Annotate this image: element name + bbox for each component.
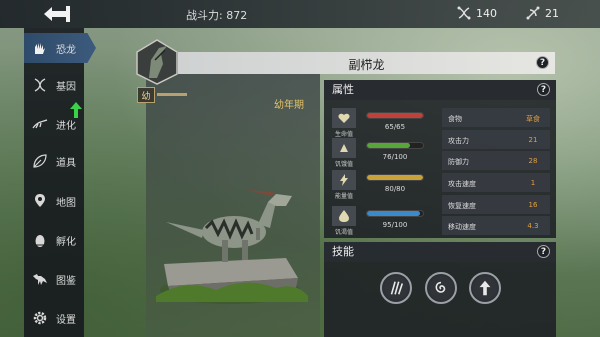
stat-value: 4.3	[527, 222, 539, 230]
sidebar-item-evolution[interactable]: 进化	[24, 109, 104, 139]
stat-key: 防御力	[448, 158, 469, 166]
dna-icon	[457, 6, 471, 20]
age-badge: 幼	[137, 87, 155, 103]
thirst-label: 饥渴值	[334, 229, 353, 236]
health-fill	[367, 113, 423, 118]
sidebar-item-incubate[interactable]: 孵化	[24, 225, 104, 255]
back-arrow-icon[interactable]	[40, 3, 74, 25]
stat-row-food: 食物 草食	[442, 108, 550, 127]
dinosaur-title-bar: 副栉龙 ?	[178, 52, 555, 74]
combat-power: 战斗力: 872	[186, 9, 248, 22]
sidebar-item-settings[interactable]: 设置	[24, 303, 104, 333]
dinosaur-icon	[32, 271, 48, 287]
health-label: 生命值	[334, 131, 353, 138]
stat-row-defense: 防御力 28	[442, 151, 550, 170]
hand-claw-icon	[32, 40, 48, 56]
energy-fill	[367, 175, 423, 180]
dna-count: 140	[476, 6, 497, 20]
health-bar	[366, 112, 424, 119]
stat-value: 28	[528, 157, 538, 165]
stat-row-attack: 攻击力 21	[442, 130, 550, 149]
stat-key: 攻击速度	[448, 180, 476, 188]
stat-value: 草食	[526, 115, 540, 123]
sidebar-item-map[interactable]: 地图	[24, 186, 104, 216]
growth-bar	[157, 93, 187, 96]
gene-counter: 21	[526, 6, 559, 20]
health-value: 65/65	[384, 123, 406, 131]
skill-claw-slash[interactable]	[380, 272, 412, 304]
hunger-fill	[367, 143, 410, 148]
sidebar-item-encyclopedia[interactable]: 图鉴	[24, 264, 104, 294]
skill-swirl[interactable]	[425, 272, 457, 304]
thirst-value: 95/100	[382, 221, 408, 229]
hunger-label: 饥饿值	[334, 161, 353, 168]
stat-row-move-speed: 移动速度 4.3	[442, 216, 550, 235]
stat-value: 21	[528, 136, 538, 144]
sidebar-item-label: 设置	[56, 314, 76, 326]
sidebar-item-dinosaur[interactable]: 恐龙	[24, 33, 96, 63]
energy-label: 能量值	[334, 193, 353, 200]
help-icon[interactable]: ?	[536, 56, 549, 69]
stat-row-attack-speed: 攻击速度 1	[442, 173, 550, 192]
sidebar-item-label: 恐龙	[56, 44, 76, 56]
stat-key: 移动速度	[448, 223, 476, 231]
skills-title: 技能	[332, 245, 354, 258]
skill-up-arrow[interactable]	[469, 272, 501, 304]
sidebar-item-label: 基因	[56, 81, 76, 93]
gene-icon	[526, 6, 540, 20]
dinosaur-name: 副栉龙	[348, 58, 385, 72]
dna-counter: 140	[457, 6, 497, 20]
stat-row-recovery-speed: 恢复速度 16	[442, 195, 550, 214]
thirst-fill	[367, 211, 421, 216]
sidebar-item-label: 进化	[56, 120, 76, 132]
claw-slash-icon	[390, 281, 404, 295]
dinosaur-portrait	[136, 39, 178, 85]
hunger-bar	[366, 142, 424, 149]
health-stat: 生命值 65/65	[332, 108, 432, 138]
stat-value: 16	[528, 201, 538, 209]
evolution-icon	[32, 116, 48, 132]
map-pin-icon	[32, 193, 48, 209]
help-icon[interactable]: ?	[537, 83, 550, 96]
sidebar-item-label: 孵化	[56, 236, 76, 248]
gear-icon	[32, 310, 48, 326]
sidebar-item-label: 地图	[56, 197, 76, 209]
stat-value: 1	[530, 179, 536, 187]
lightning-icon	[332, 170, 356, 190]
egg-icon	[32, 232, 48, 248]
sidebar-item-items[interactable]: 道具	[24, 146, 104, 176]
energy-value: 80/80	[384, 185, 406, 193]
up-arrow-icon	[479, 280, 491, 296]
stat-key: 食物	[448, 115, 462, 123]
attributes-title: 属性	[332, 83, 354, 96]
energy-stat: 能量值 80/80	[332, 170, 432, 200]
hunger-stat: 饥饿值 76/100	[332, 138, 432, 168]
help-icon[interactable]: ?	[537, 245, 550, 258]
skills-header: 技能 ?	[324, 242, 556, 262]
hunger-value: 76/100	[382, 153, 408, 161]
upgrade-arrow-icon	[70, 102, 82, 118]
water-drop-icon	[332, 206, 356, 226]
sidebar-item-gene[interactable]: 基因	[24, 70, 104, 100]
stat-key: 恢复速度	[448, 202, 476, 210]
food-icon	[332, 138, 356, 158]
attributes-header: 属性 ?	[324, 80, 556, 100]
dna-icon	[32, 77, 48, 93]
stat-key: 攻击力	[448, 137, 469, 145]
leaf-icon	[32, 153, 48, 169]
swirl-icon	[435, 281, 446, 293]
age-stage-label: 幼年期	[274, 99, 304, 111]
thirst-stat: 饥渴值 95/100	[332, 206, 432, 236]
gene-count: 21	[545, 6, 559, 20]
sidebar-item-label: 图鉴	[56, 275, 76, 287]
top-bar: 战斗力: 872 140 21	[0, 0, 600, 28]
energy-bar	[366, 174, 424, 181]
heart-icon	[332, 108, 356, 128]
thirst-bar	[366, 210, 424, 217]
sidebar-item-label: 道具	[56, 157, 76, 169]
